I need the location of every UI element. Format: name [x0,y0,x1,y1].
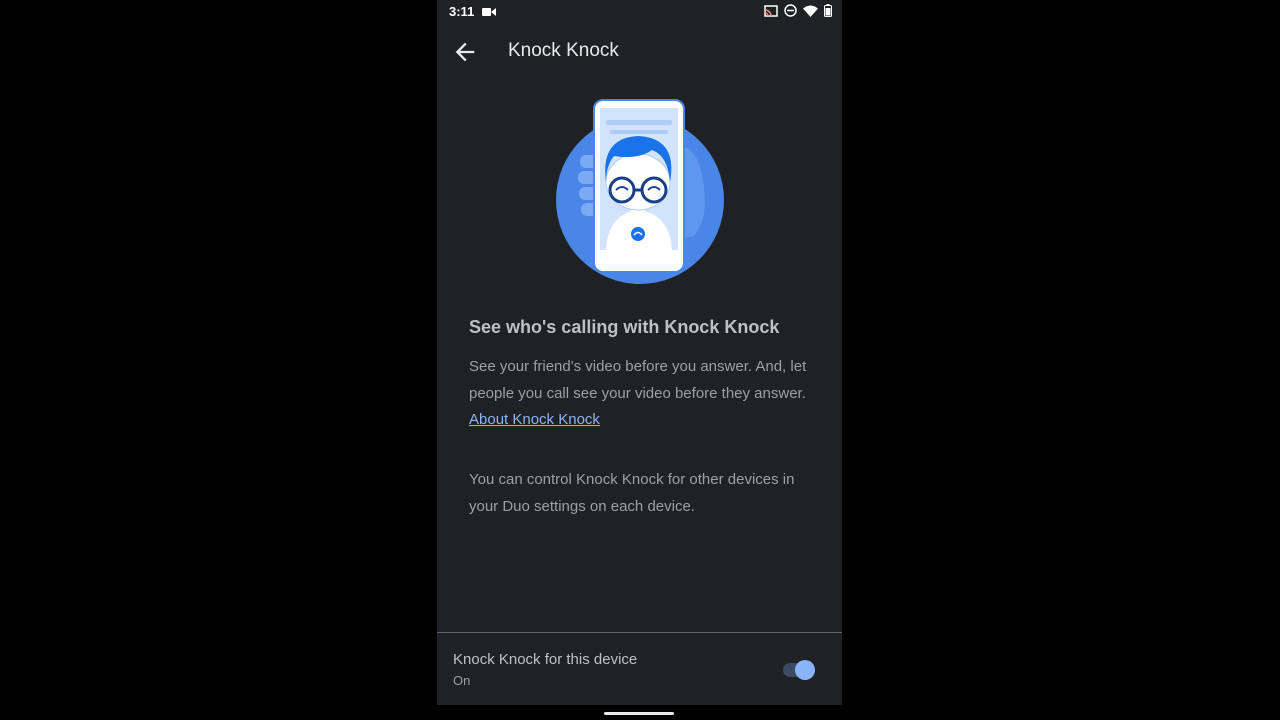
description-body: See your friend's video before you answe… [469,358,807,402]
status-bar: 3:11 [437,0,842,24]
setting-title: Knock Knock for this device [453,651,638,668]
section-heading: See who's calling with Knock Knock [469,317,780,337]
toggle-thumb [795,660,815,680]
navigation-handle[interactable] [604,712,674,715]
cast-icon [764,4,778,17]
do-not-disturb-icon [784,4,797,17]
description-text: See your friend's video before you answe… [469,354,814,434]
phone-video-call-illustration [556,99,724,284]
battery-icon [824,4,832,17]
phone-screen: 3:11 Knock Knock See who's calling with … [437,0,842,705]
note-text: You can control Knock Knock for other de… [469,471,795,515]
arrow-back-icon[interactable] [451,38,479,66]
app-bar: Knock Knock [437,24,842,80]
about-knock-knock-link[interactable]: About Knock Knock [469,411,600,428]
status-icons [764,4,832,17]
wifi-icon [803,5,818,17]
video-record-icon [482,8,496,16]
status-time: 3:11 [449,4,475,19]
setting-status: On [453,673,471,688]
knock-knock-device-setting[interactable]: Knock Knock for this device On [437,633,842,705]
knock-knock-toggle[interactable] [783,659,815,681]
page-title: Knock Knock [508,40,619,61]
